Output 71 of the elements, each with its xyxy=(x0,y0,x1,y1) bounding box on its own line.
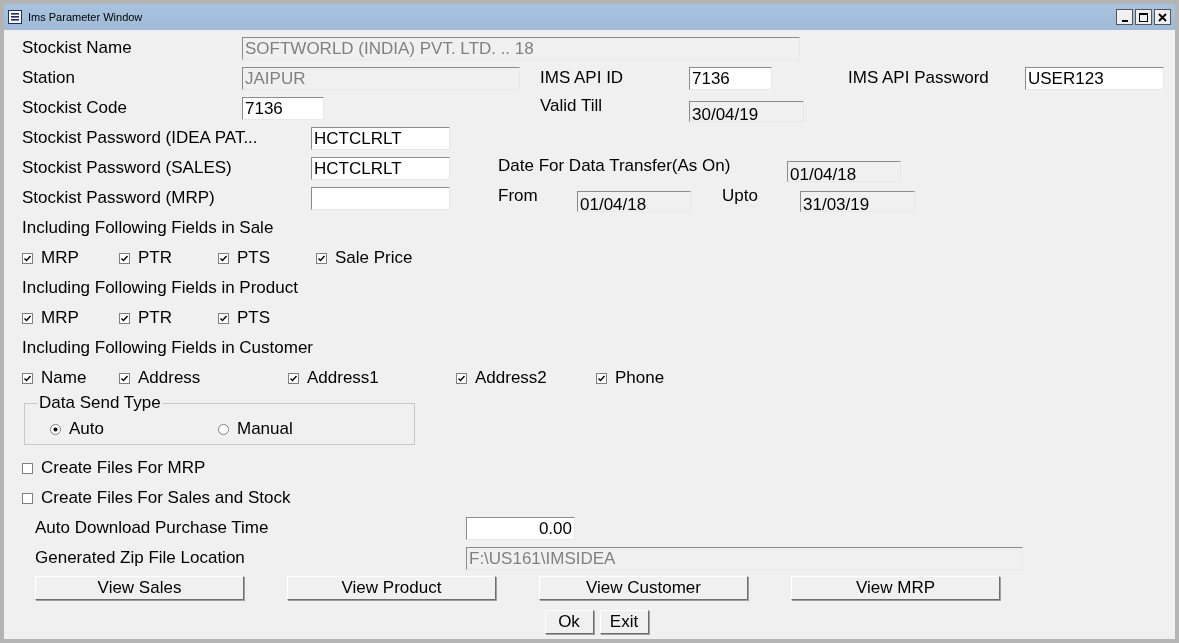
checkbox-label: Create Files For Sales and Stock xyxy=(41,488,291,508)
radio-label: Auto xyxy=(69,419,104,439)
field-label: Stockist Password (IDEA PAT... xyxy=(22,128,259,148)
checkbox-label: PTR xyxy=(138,248,172,268)
checkbox-label: Phone xyxy=(615,368,665,388)
window-menu-icon[interactable] xyxy=(8,10,22,24)
radio-button[interactable] xyxy=(218,423,229,435)
section-heading: Including Following Fields in Sale xyxy=(22,218,274,238)
view-button[interactable]: View Customer xyxy=(539,576,748,600)
text-field[interactable]: HCTCLRLT xyxy=(311,156,450,180)
checkbox-label: Address2 xyxy=(475,368,547,388)
checkbox-label: MRP xyxy=(41,248,79,268)
close-icon xyxy=(1158,12,1167,22)
field-label: Stockist Name xyxy=(22,38,133,58)
checkbox-label: Address xyxy=(138,368,201,388)
checkbox-label: Address1 xyxy=(307,368,379,388)
field-label: From xyxy=(498,185,539,206)
checkbox[interactable] xyxy=(456,372,467,384)
checkbox[interactable] xyxy=(218,252,229,264)
checkbox[interactable] xyxy=(288,372,299,384)
text-field[interactable]: USER123 xyxy=(1025,66,1164,90)
checkbox[interactable] xyxy=(316,252,327,264)
radio-button[interactable] xyxy=(50,423,61,435)
field-label: Stockist Code xyxy=(22,98,128,118)
checkbox[interactable] xyxy=(22,252,33,264)
text-field[interactable] xyxy=(311,186,450,210)
checkbox[interactable] xyxy=(22,492,33,504)
text-field[interactable]: HCTCLRLT xyxy=(311,126,450,150)
checkbox[interactable] xyxy=(119,372,130,384)
field-label: IMS API Password xyxy=(848,68,990,88)
checkbox-label: PTS xyxy=(237,248,271,268)
field-label: Date For Data Transfer(As On) xyxy=(498,155,732,176)
field-label: Stockist Password (SALES) xyxy=(22,158,233,178)
checkbox-label: Create Files For MRP xyxy=(41,458,206,478)
section-heading: Including Following Fields in Product xyxy=(22,278,298,298)
dialog-button[interactable]: Exit xyxy=(599,610,649,634)
checkbox[interactable] xyxy=(119,312,130,324)
view-button[interactable]: View Product xyxy=(287,576,496,600)
field-label: Station xyxy=(22,68,76,88)
group-box-legend: Data Send Type xyxy=(37,393,163,413)
field-label: Stockist Password (MRP) xyxy=(22,188,216,208)
dialog-button[interactable]: Ok xyxy=(544,610,594,634)
field-label: Generated Zip File Location xyxy=(35,548,246,568)
checkbox[interactable] xyxy=(22,312,33,324)
field-label: Upto xyxy=(722,185,759,206)
minimize-icon xyxy=(1121,19,1128,22)
checkbox-label: Name xyxy=(41,368,87,388)
field-label: Valid Till xyxy=(540,95,604,116)
checkbox-label: MRP xyxy=(41,308,79,328)
text-field[interactable]: 0.00 xyxy=(466,516,575,540)
minimize-button[interactable] xyxy=(1116,9,1133,25)
checkbox[interactable] xyxy=(22,372,33,384)
checkbox[interactable] xyxy=(596,372,607,384)
checkbox-label: Sale Price xyxy=(335,248,413,268)
text-field[interactable]: 7136 xyxy=(242,96,324,120)
text-field[interactable]: 7136 xyxy=(689,66,772,90)
checkbox[interactable] xyxy=(22,462,33,474)
window-title: Ims Parameter Window xyxy=(28,11,144,23)
radio-label: Manual xyxy=(237,419,293,439)
close-button[interactable] xyxy=(1154,9,1171,25)
section-heading: Including Following Fields in Customer xyxy=(22,338,314,358)
maximize-icon xyxy=(1139,12,1148,22)
view-button[interactable]: View MRP xyxy=(791,576,1000,600)
field-label: Auto Download Purchase Time xyxy=(35,518,270,538)
checkbox[interactable] xyxy=(119,252,130,264)
field-label: IMS API ID xyxy=(540,68,625,88)
checkbox-label: PTR xyxy=(138,308,172,328)
checkbox[interactable] xyxy=(218,312,229,324)
checkbox-label: PTS xyxy=(237,308,271,328)
maximize-button[interactable] xyxy=(1135,9,1152,25)
view-button[interactable]: View Sales xyxy=(35,576,244,600)
